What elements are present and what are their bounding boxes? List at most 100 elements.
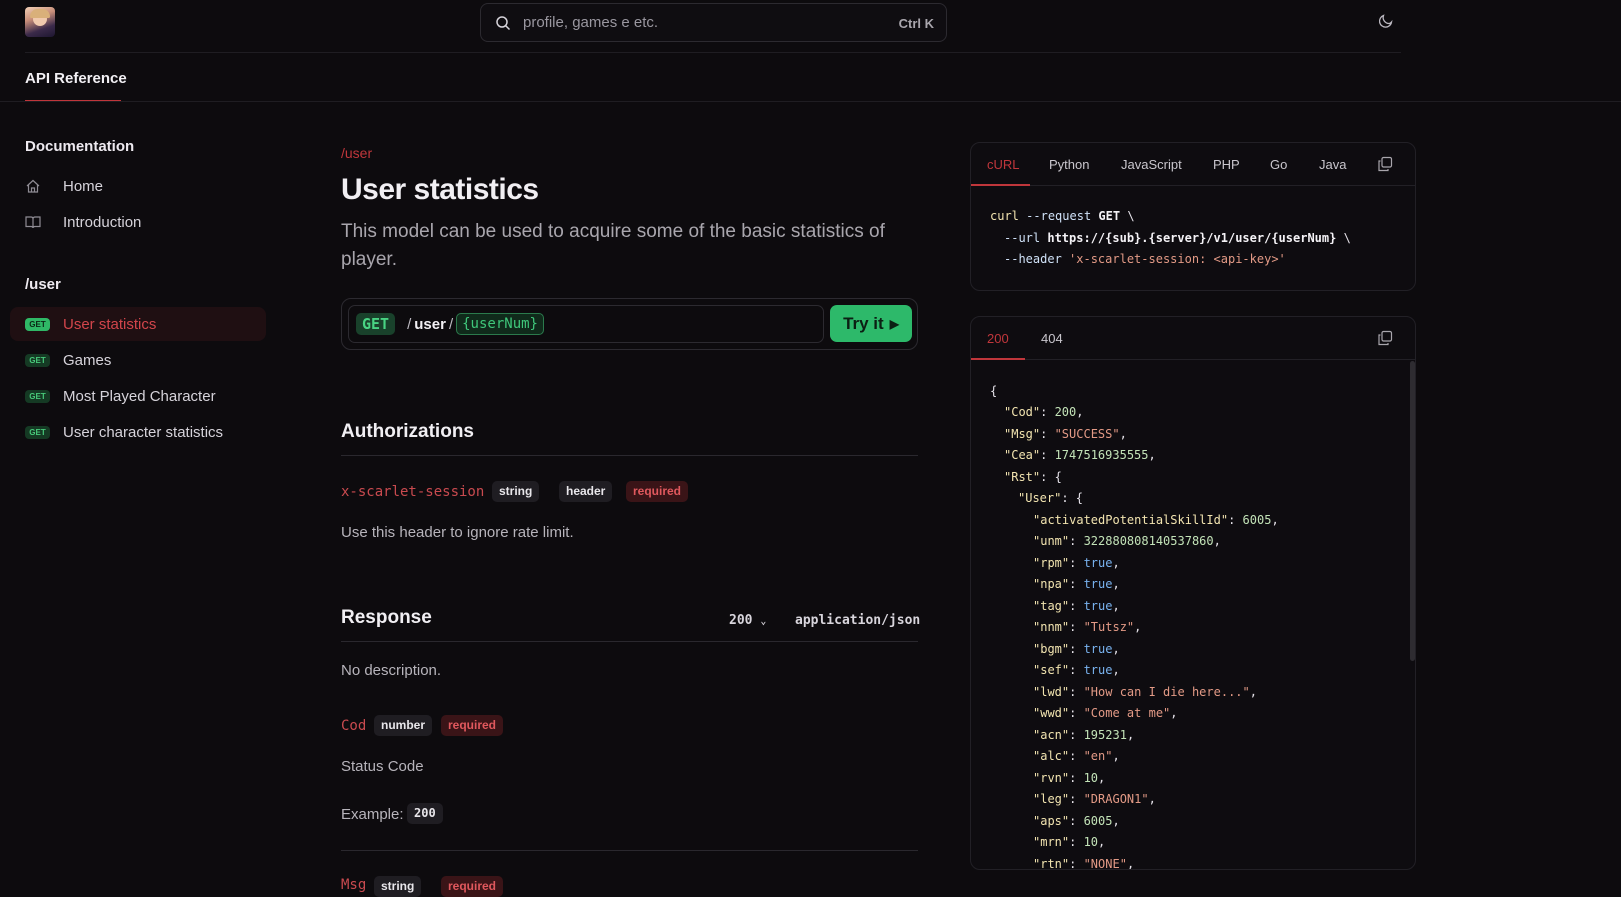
divider [25, 52, 1401, 53]
divider [341, 455, 918, 456]
required-chip: required [626, 481, 689, 502]
authorizations-heading: Authorizations [341, 421, 474, 442]
home-icon [26, 179, 40, 193]
code-line: { [990, 384, 998, 398]
sidebar-item-label: User character statistics [63, 423, 224, 441]
field-description: Status Code [341, 758, 424, 775]
response-description: No description. [341, 662, 442, 679]
code-line: "unm": 322880808140537860, [1033, 534, 1221, 548]
search-bar[interactable]: profile, games e etc. Ctrl K [480, 3, 947, 42]
divider [341, 850, 918, 851]
sidebar-section-user: /user [25, 276, 61, 293]
auth-field-name: x-scarlet-session [341, 484, 485, 500]
code-line: "alc": "en", [1033, 749, 1120, 763]
tab-curl[interactable]: cURL [987, 157, 1020, 172]
page-title: User statistics [341, 173, 539, 206]
divider [0, 101, 1621, 102]
path-param[interactable]: {userNum} [456, 313, 544, 335]
get-badge: GET [25, 389, 50, 403]
code-line: "lwd": "How can I die here...", [1033, 685, 1257, 699]
code-line: "tag": true, [1033, 599, 1120, 613]
get-badge: GET [25, 317, 50, 331]
status-tabs: 200 404 [971, 317, 1415, 360]
code-line: "mrn": 10, [1033, 835, 1106, 849]
code-line: "Rst": { [1004, 470, 1062, 484]
code-line: curl --request GET \ [990, 209, 1135, 223]
divider [341, 641, 918, 642]
sidebar-item-games[interactable]: GET Games [10, 343, 266, 377]
code-line: "npa": true, [1033, 577, 1120, 591]
chevron-down-icon: ⌄ [760, 616, 767, 627]
required-chip: required [441, 715, 504, 736]
code-line: "Msg": "SUCCESS", [1004, 427, 1127, 441]
get-badge: GET [25, 425, 50, 439]
search-shortcut: Ctrl K [898, 16, 934, 31]
response-content-type: application/json [795, 613, 921, 628]
sidebar-item-label: User statistics [63, 315, 157, 333]
response-heading: Response [341, 607, 432, 628]
tab-php[interactable]: PHP [1213, 157, 1240, 172]
tab-javascript[interactable]: JavaScript [1121, 157, 1182, 172]
response-status-select[interactable]: 200 ⌄ [729, 613, 766, 628]
code-line: "rtn": "NONE", [1033, 857, 1135, 870]
search-icon [496, 16, 511, 31]
try-it-label: Try it [843, 313, 884, 333]
code-line: "User": { [1018, 491, 1084, 505]
tab-404[interactable]: 404 [1041, 331, 1063, 346]
code-line: "activatedPotentialSkillId": 6005, [1033, 513, 1279, 527]
tab-200[interactable]: 200 [987, 331, 1009, 346]
scrollbar[interactable] [1410, 361, 1415, 661]
language-tabs: cURL Python JavaScript PHP Go Java [971, 143, 1415, 186]
breadcrumb: /user [341, 145, 373, 161]
code-line: "bgm": true, [1033, 642, 1120, 656]
example-label: Example: [341, 806, 404, 823]
method-badge: GET [356, 313, 396, 335]
copy-icon[interactable] [1377, 156, 1393, 172]
try-it-button[interactable]: Try it ▶ [830, 305, 912, 342]
path-segment: user [414, 315, 446, 333]
path-separator: / [448, 315, 454, 333]
sidebar-item-user-statistics[interactable]: GET User statistics [10, 307, 266, 341]
response-code-panel: 200 404 { "Cod": 200, "Msg": "SUCCESS", … [970, 316, 1416, 870]
example-value: 200 [407, 803, 443, 824]
avatar[interactable] [25, 7, 55, 37]
code-line: "nnm": "Tutsz", [1033, 620, 1142, 634]
top-bar: profile, games e etc. Ctrl K [0, 0, 1621, 53]
sidebar-item-label: Introduction [63, 213, 142, 231]
tab-java[interactable]: Java [1319, 157, 1346, 172]
code-line: "Cea": 1747516935555, [1004, 448, 1156, 462]
tab-go[interactable]: Go [1270, 157, 1287, 172]
code-line: "leg": "DRAGON1", [1033, 792, 1156, 806]
sidebar-item-introduction[interactable]: Introduction [10, 205, 266, 239]
tab-active-indicator [971, 184, 1030, 186]
sidebar-item-label: Games [63, 351, 112, 369]
copy-icon[interactable] [1377, 330, 1393, 346]
sidebar-item-user-character-statistics[interactable]: GET User character statistics [10, 415, 266, 449]
tab-python[interactable]: Python [1049, 157, 1089, 172]
sidebar-item-label: Home [63, 177, 104, 195]
code-line: "rpm": true, [1033, 556, 1120, 570]
tab-active-indicator [971, 358, 1025, 360]
auth-description: Use this header to ignore rate limit. [341, 524, 574, 541]
tab-api-reference[interactable]: API Reference [25, 70, 127, 87]
type-chip: number [374, 715, 433, 736]
field-name: Cod [341, 718, 367, 734]
location-chip: header [559, 481, 613, 502]
get-badge: GET [25, 353, 50, 367]
moon-icon[interactable] [1378, 13, 1394, 29]
endpoint-url[interactable]: GET / user / {userNum} [348, 305, 824, 343]
book-icon [25, 216, 41, 229]
code-line: "wwd": "Come at me", [1033, 706, 1178, 720]
code-line: --header 'x-scarlet-session: <api-key>' [1004, 252, 1286, 266]
code-line: "aps": 6005, [1033, 814, 1120, 828]
sidebar-item-label: Most Played Character [63, 387, 216, 405]
sidebar-item-most-played-character[interactable]: GET Most Played Character [10, 379, 266, 413]
path-separator: / [407, 315, 412, 333]
type-chip: string [492, 481, 540, 502]
sidebar-section-documentation: Documentation [25, 138, 135, 155]
page-description: This model can be used to acquire some o… [341, 221, 885, 270]
sidebar-item-home[interactable]: Home [10, 169, 266, 203]
search-input[interactable]: profile, games e etc. [523, 14, 658, 31]
field-name: Msg [341, 877, 367, 893]
endpoint-bar: GET / user / {userNum} Try it ▶ [341, 298, 918, 350]
